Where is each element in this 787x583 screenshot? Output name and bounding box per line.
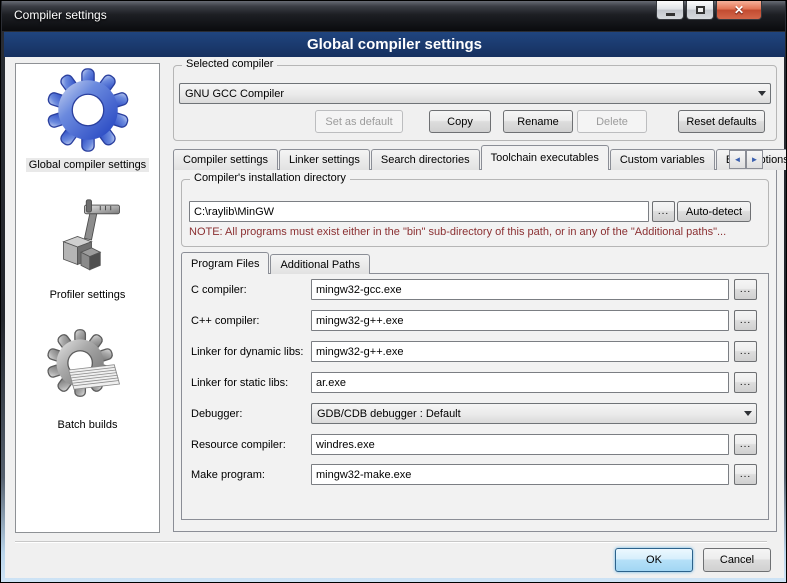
subtab-additional-paths[interactable]: Additional Paths: [270, 254, 370, 274]
make-program-label: Make program:: [191, 464, 265, 485]
cpp-compiler-browse-button[interactable]: ...: [734, 310, 757, 331]
page-title: Global compiler settings: [307, 36, 482, 53]
maximize-button[interactable]: [686, 1, 714, 20]
window-title: Compiler settings: [14, 8, 107, 22]
installation-note: NOTE: All programs must exist either in …: [189, 226, 726, 238]
chevron-down-icon: [740, 411, 756, 416]
installation-directory-input[interactable]: [189, 201, 649, 222]
chevron-down-icon: [754, 91, 770, 96]
tab-compiler-settings[interactable]: Compiler settings: [173, 149, 278, 170]
sidebar-item-label: Batch builds: [55, 418, 121, 432]
close-button[interactable]: ✕: [716, 1, 762, 20]
c-compiler-label: C compiler:: [191, 279, 247, 300]
debugger-select-value: GDB/CDB debugger : Default: [312, 408, 461, 420]
selected-compiler-group-label: Selected compiler: [182, 58, 277, 70]
dynamic-linker-browse-button[interactable]: ...: [734, 341, 757, 362]
dialog-content: Global compiler settings: [5, 57, 784, 578]
cpp-compiler-label: C++ compiler:: [191, 310, 259, 331]
arrow-right-icon: ►: [751, 155, 759, 164]
cancel-button[interactable]: Cancel: [703, 548, 771, 572]
sidebar-item-label: Profiler settings: [47, 288, 129, 302]
arrow-left-icon: ◄: [734, 155, 742, 164]
tab-scroll-right-button[interactable]: ►: [746, 150, 763, 169]
footer-divider: [15, 541, 767, 543]
blue-gear-icon: [46, 68, 130, 152]
tab-scroll-buttons: ◄ ►: [729, 150, 763, 169]
tab-search-directories[interactable]: Search directories: [371, 149, 480, 170]
c-compiler-browse-button[interactable]: ...: [734, 279, 757, 300]
tab-scroll-left-button[interactable]: ◄: [729, 150, 746, 169]
minimize-button[interactable]: [656, 1, 684, 20]
set-as-default-button[interactable]: Set as default: [315, 110, 403, 133]
caliper-icon: [46, 198, 130, 282]
dynamic-linker-label: Linker for dynamic libs:: [191, 341, 304, 362]
debugger-label: Debugger:: [191, 403, 242, 424]
batch-gear-icon: [46, 328, 130, 412]
settings-category-list: Global compiler settings: [15, 63, 160, 533]
debugger-select[interactable]: GDB/CDB debugger : Default: [311, 403, 757, 424]
c-compiler-input[interactable]: [311, 279, 729, 300]
window-controls: ✕: [656, 1, 762, 20]
static-linker-input[interactable]: [311, 372, 729, 393]
cpp-compiler-input[interactable]: [311, 310, 729, 331]
browse-directory-button[interactable]: ...: [652, 201, 675, 222]
installation-directory-group-label: Compiler's installation directory: [190, 172, 350, 184]
tab-toolchain-executables[interactable]: Toolchain executables: [481, 145, 609, 170]
maximize-icon: [696, 6, 705, 14]
resource-compiler-input[interactable]: [311, 434, 729, 455]
delete-button[interactable]: Delete: [577, 110, 647, 133]
tab-custom-variables[interactable]: Custom variables: [610, 149, 715, 170]
tab-linker-settings[interactable]: Linker settings: [279, 149, 370, 170]
sidebar-item-global-compiler-settings[interactable]: Global compiler settings: [16, 68, 159, 172]
compiler-settings-dialog: Compiler settings ✕ Global compiler sett…: [0, 0, 787, 583]
reset-defaults-button[interactable]: Reset defaults: [678, 110, 765, 133]
make-program-browse-button[interactable]: ...: [734, 464, 757, 485]
dynamic-linker-input[interactable]: [311, 341, 729, 362]
copy-button[interactable]: Copy: [429, 110, 491, 133]
compiler-select-value: GNU GCC Compiler: [180, 88, 284, 100]
resource-compiler-browse-button[interactable]: ...: [734, 434, 757, 455]
close-icon: ✕: [734, 3, 744, 17]
dialog-header: Global compiler settings: [4, 32, 785, 57]
toolchain-subtab-strip: Program Files Additional Paths: [181, 252, 371, 274]
minimize-icon: [666, 13, 675, 16]
subtab-program-files[interactable]: Program Files: [181, 252, 269, 274]
compiler-tab-strip: Compiler settings Linker settings Search…: [173, 146, 787, 170]
compiler-select[interactable]: GNU GCC Compiler: [179, 83, 771, 104]
sidebar-item-label: Global compiler settings: [26, 158, 149, 172]
sidebar-item-profiler-settings[interactable]: Profiler settings: [16, 198, 159, 302]
static-linker-browse-button[interactable]: ...: [734, 372, 757, 393]
make-program-input[interactable]: [311, 464, 729, 485]
static-linker-label: Linker for static libs:: [191, 372, 288, 393]
sidebar-item-batch-builds[interactable]: Batch builds: [16, 328, 159, 432]
ok-button[interactable]: OK: [615, 548, 693, 572]
auto-detect-button[interactable]: Auto-detect: [677, 201, 751, 222]
resource-compiler-label: Resource compiler:: [191, 434, 286, 455]
rename-button[interactable]: Rename: [503, 110, 573, 133]
